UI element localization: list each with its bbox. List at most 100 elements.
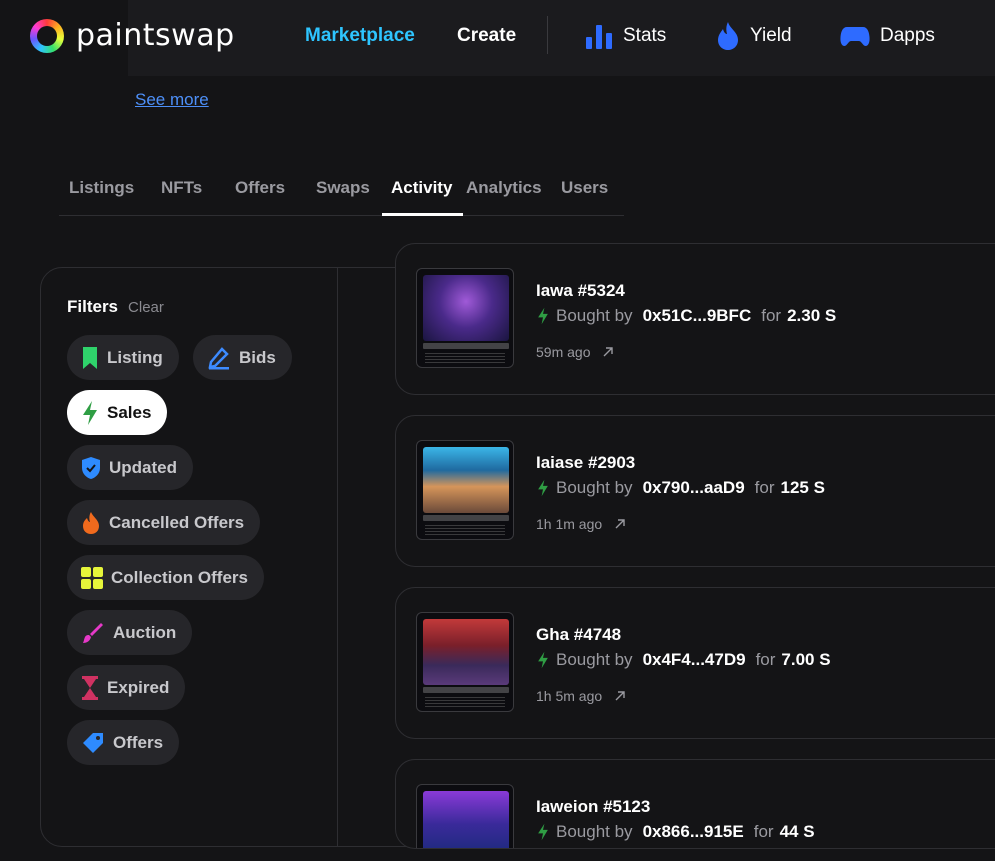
sale-details: Bought by 0x51C...9BFC for 2.30 S xyxy=(536,306,836,326)
filter-chip-offers[interactable]: Offers xyxy=(67,720,180,765)
shield-check-icon xyxy=(82,456,100,479)
nft-thumbnail[interactable] xyxy=(416,784,514,848)
nft-artwork xyxy=(423,447,509,513)
external-link-icon[interactable] xyxy=(614,518,626,530)
nft-artwork xyxy=(423,619,509,685)
filter-chip-label: Auction xyxy=(113,622,177,642)
paintswap-logo-icon xyxy=(30,18,64,53)
nft-artwork xyxy=(423,791,509,848)
active-tab-indicator xyxy=(382,213,463,216)
bookmark-icon xyxy=(83,346,97,369)
nft-name[interactable]: Iaweion #5123 xyxy=(536,797,650,817)
filter-chip-label: Expired xyxy=(107,677,170,697)
sale-price: 125 S xyxy=(780,478,825,497)
nav-dapps-label: Dapps xyxy=(880,25,935,46)
panel-divider xyxy=(337,268,338,846)
sale-action: Bought by xyxy=(556,306,633,325)
nav-stats-label: Stats xyxy=(623,25,667,46)
buyer-address[interactable]: 0x866...915E xyxy=(643,822,744,842)
brush-icon xyxy=(83,622,103,643)
card-caption-bar xyxy=(423,515,509,521)
nav-yield[interactable]: Yield xyxy=(716,0,792,72)
nft-thumbnail[interactable] xyxy=(416,612,514,712)
nav-create[interactable]: Create xyxy=(457,0,516,72)
time-ago: 59m ago xyxy=(536,344,591,360)
filter-chip-label: Listing xyxy=(107,347,163,367)
buyer-address[interactable]: 0x790...aaD9 xyxy=(643,478,745,498)
flame-icon xyxy=(83,511,99,534)
gamepad-icon xyxy=(840,27,870,46)
brand-logo[interactable]: paintswap xyxy=(30,18,235,53)
activity-card[interactable]: Iawa #5324 Bought by 0x51C...9BFC for 2.… xyxy=(395,243,995,395)
card-caption-bar xyxy=(423,687,509,693)
see-more-link[interactable]: See more xyxy=(135,90,209,110)
sale-for: for xyxy=(761,306,782,325)
sale-action: Bought by xyxy=(556,650,633,669)
external-link-icon[interactable] xyxy=(602,346,614,358)
sale-details: Bought by 0x4F4...47D9 for 7.00 S xyxy=(536,650,831,670)
collection-tabs: Listings NFTs Offers Swaps Activity Anal… xyxy=(59,166,624,216)
filter-chip-sales[interactable]: Sales xyxy=(67,390,168,435)
buyer-address[interactable]: 0x51C...9BFC xyxy=(643,306,752,326)
sale-price: 2.30 S xyxy=(787,306,837,325)
tab-analytics[interactable]: Analytics xyxy=(466,178,542,198)
nft-name[interactable]: Iaiase #2903 xyxy=(536,453,635,473)
tab-activity[interactable]: Activity xyxy=(391,178,452,198)
brand-name: paintswap xyxy=(76,18,235,53)
bolt-icon xyxy=(538,651,548,669)
sale-action: Bought by xyxy=(556,478,633,497)
filter-chip-updated[interactable]: Updated xyxy=(67,445,193,490)
grid-icon xyxy=(81,566,103,589)
sale-time: 59m ago xyxy=(536,344,614,360)
card-text-lines xyxy=(425,525,505,535)
tab-nfts[interactable]: NFTs xyxy=(161,178,202,198)
nft-thumbnail[interactable] xyxy=(416,268,514,368)
nft-name[interactable]: Iawa #5324 xyxy=(536,281,625,301)
sale-time: 1h 1m ago xyxy=(536,516,626,532)
nav-marketplace[interactable]: Marketplace xyxy=(305,0,415,72)
filter-chip-label: Bids xyxy=(239,347,276,367)
page-bottom-edge xyxy=(0,849,995,861)
tab-listings[interactable]: Listings xyxy=(69,178,134,198)
tab-swaps[interactable]: Swaps xyxy=(316,178,370,198)
filter-chip-bids[interactable]: Bids xyxy=(193,335,292,380)
tab-offers[interactable]: Offers xyxy=(235,178,285,198)
time-ago: 1h 1m ago xyxy=(536,516,603,532)
bolt-icon xyxy=(538,479,548,497)
filter-chip-listing[interactable]: Listing xyxy=(67,335,179,380)
filter-chip-cancelled-offers[interactable]: Cancelled Offers xyxy=(67,500,261,545)
bolt-icon xyxy=(83,400,97,425)
filter-chip-collection-offers[interactable]: Collection Offers xyxy=(67,555,264,600)
filter-chip-label: Updated xyxy=(109,457,177,477)
nav-stats[interactable]: Stats xyxy=(585,0,666,72)
sale-for: for xyxy=(754,478,775,497)
activity-card[interactable]: Gha #4748 Bought by 0x4F4...47D9 for 7.0… xyxy=(395,587,995,739)
hourglass-icon xyxy=(82,675,98,700)
sale-for: for xyxy=(753,822,774,841)
nft-artwork xyxy=(423,275,509,341)
pencil-icon xyxy=(208,346,229,369)
bolt-icon xyxy=(538,307,548,325)
filter-chip-auction[interactable]: Auction xyxy=(67,610,193,655)
nft-name[interactable]: Gha #4748 xyxy=(536,625,621,645)
nft-thumbnail[interactable] xyxy=(416,440,514,540)
sale-for: for xyxy=(755,650,776,669)
nav-dapps[interactable]: Dapps xyxy=(840,0,935,72)
card-text-lines xyxy=(425,697,505,707)
filters-header: Filters Clear xyxy=(67,297,164,317)
activity-card[interactable]: Iaiase #2903 Bought by 0x790...aaD9 for … xyxy=(395,415,995,567)
filters-clear-button[interactable]: Clear xyxy=(128,299,164,316)
external-link-icon[interactable] xyxy=(614,690,626,702)
sale-price: 7.00 S xyxy=(781,650,831,669)
card-caption-bar xyxy=(423,343,509,349)
time-ago: 1h 5m ago xyxy=(536,688,603,704)
filter-chip-label: Cancelled Offers xyxy=(109,512,245,532)
card-text-lines xyxy=(425,353,505,363)
buyer-address[interactable]: 0x4F4...47D9 xyxy=(643,650,746,670)
filter-chip-expired[interactable]: Expired xyxy=(67,665,186,710)
sale-details: Bought by 0x866...915E for 44 S xyxy=(536,822,815,842)
tag-icon xyxy=(83,732,103,753)
activity-card[interactable]: Iaweion #5123 Bought by 0x866...915E for… xyxy=(395,759,995,849)
tab-users[interactable]: Users xyxy=(561,178,608,198)
nav-divider xyxy=(547,16,548,54)
